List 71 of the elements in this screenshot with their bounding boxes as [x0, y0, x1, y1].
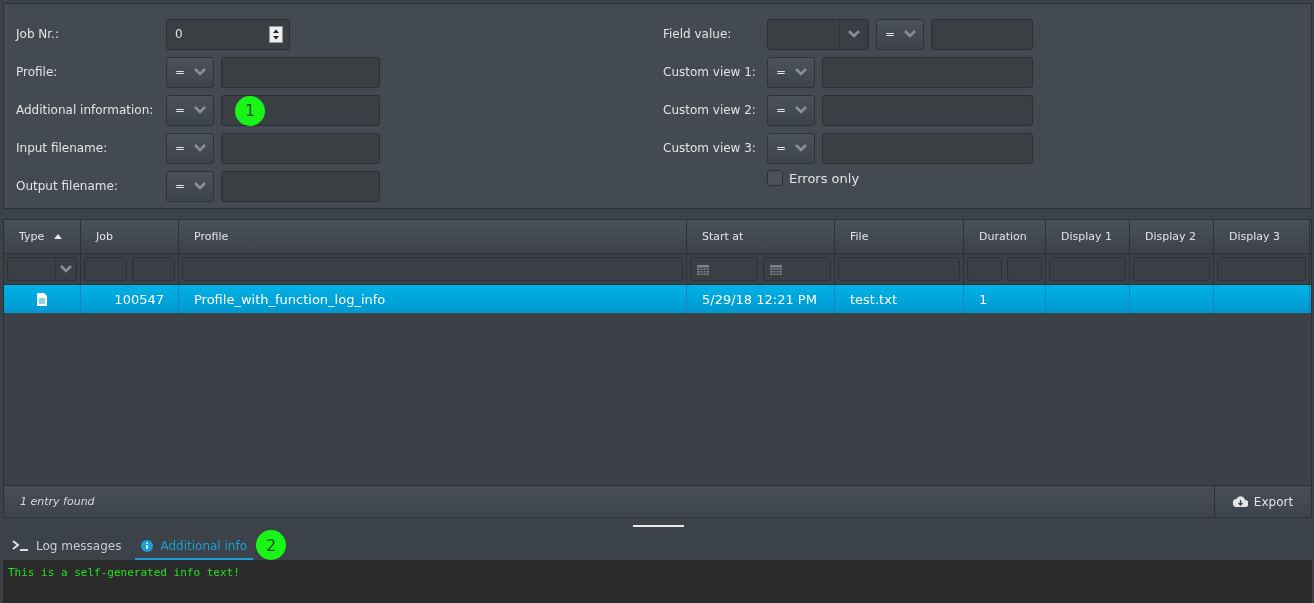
terminal-icon	[12, 540, 29, 551]
text-field[interactable]: 1	[221, 94, 380, 126]
column-header[interactable]: Duration	[964, 220, 1046, 253]
filter-label: Custom view 1:	[663, 65, 757, 79]
column-header[interactable]: File	[835, 220, 964, 253]
chevron-down-icon	[194, 182, 206, 190]
filter-label: Additional information:	[16, 103, 155, 117]
export-button[interactable]: Export	[1214, 486, 1311, 517]
chevron-down-icon	[795, 68, 807, 76]
text-field[interactable]	[221, 132, 380, 164]
operator-dropdown[interactable]: =	[767, 132, 815, 164]
filter-label: Custom view 3:	[663, 141, 757, 155]
chevron-down-icon	[194, 68, 206, 76]
calendar-icon[interactable]	[770, 263, 782, 275]
checkbox-label[interactable]: Errors only	[789, 170, 860, 186]
column-header[interactable]: Profile	[179, 220, 687, 253]
cloud-download-icon	[1232, 496, 1248, 507]
operator-dropdown[interactable]: =	[166, 170, 214, 202]
text-field[interactable]	[221, 56, 380, 88]
chevron-down-icon	[194, 144, 206, 152]
column-header[interactable]: Start at	[687, 220, 835, 253]
column-header[interactable]: Type	[4, 220, 81, 253]
text-field[interactable]	[221, 170, 380, 202]
column-header[interactable]: Display 1	[1046, 220, 1130, 253]
sort-ascending-icon	[54, 234, 63, 239]
callout-marker: 1	[235, 95, 265, 126]
filter-label: Output filename:	[16, 179, 119, 193]
filter-label: Field value:	[663, 27, 733, 41]
log-text: This is a self-generated info text!	[8, 566, 240, 579]
chevron-down-icon	[795, 106, 807, 114]
filter-label: Custom view 2:	[663, 103, 757, 117]
tab[interactable]: Log messages	[6, 533, 128, 560]
table-cell: 5/29/18 12:21 PM	[702, 291, 817, 307]
chevron-down-icon	[848, 30, 860, 38]
chevron-down-icon	[904, 30, 916, 38]
field-dropdown[interactable]	[767, 18, 869, 50]
number-spinner[interactable]: 0	[166, 18, 290, 50]
document-icon	[37, 292, 47, 306]
filter-label: Input filename:	[16, 141, 109, 155]
chevron-down-icon	[795, 144, 807, 152]
callout-marker: 2	[256, 530, 286, 560]
chevron-down-icon	[194, 106, 206, 114]
operator-dropdown[interactable]: =	[166, 132, 214, 164]
filter-label: Job Nr.:	[16, 27, 60, 41]
checkbox[interactable]	[767, 170, 783, 186]
column-header[interactable]: Display 2	[1130, 220, 1214, 253]
operator-dropdown[interactable]: =	[767, 94, 815, 126]
text-field[interactable]	[931, 18, 1033, 50]
entry-count: 1 entry found	[19, 495, 95, 508]
date-field[interactable]	[763, 257, 831, 281]
chevron-down-icon	[60, 265, 72, 273]
table-cell: 1	[979, 291, 988, 307]
column-header[interactable]: Display 3	[1214, 220, 1310, 253]
text-field[interactable]	[822, 56, 1033, 88]
text-field[interactable]	[822, 132, 1033, 164]
text-field[interactable]	[822, 94, 1033, 126]
date-field[interactable]	[690, 257, 758, 281]
table-cell: test.txt	[850, 291, 897, 307]
operator-dropdown[interactable]: =	[767, 56, 815, 88]
filter-label: Profile:	[16, 65, 59, 79]
operator-dropdown[interactable]: =	[166, 94, 214, 126]
info-icon	[141, 539, 154, 552]
filter-dropdown[interactable]	[7, 257, 77, 281]
operator-dropdown[interactable]: =	[876, 18, 924, 50]
calendar-icon[interactable]	[697, 263, 709, 275]
operator-dropdown[interactable]: =	[166, 56, 214, 88]
spinner-arrows-icon[interactable]	[269, 25, 283, 43]
table-cell: 100547	[114, 291, 164, 307]
column-header[interactable]: Job	[81, 220, 179, 253]
splitter-handle[interactable]	[633, 524, 684, 527]
table-cell: Profile_with_function_log_info	[194, 291, 386, 307]
